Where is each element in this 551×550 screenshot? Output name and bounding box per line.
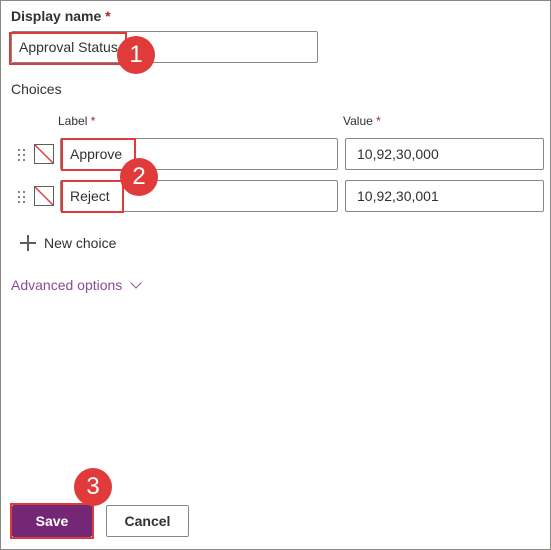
required-marker: * — [105, 8, 111, 24]
required-marker: * — [376, 114, 381, 128]
new-choice-button[interactable]: New choice — [20, 232, 116, 254]
choice-label-value: Approve — [70, 146, 123, 162]
choice-value-input[interactable]: 10,92,30,000 — [345, 138, 544, 170]
advanced-options-label: Advanced options — [11, 277, 123, 293]
advanced-options-toggle[interactable]: Advanced options — [11, 276, 142, 293]
display-name-label-text: Display name — [11, 8, 102, 24]
value-column-header: Value * — [343, 114, 381, 128]
drag-handle-icon[interactable] — [17, 148, 27, 162]
display-name-value: Approval Status — [19, 39, 118, 55]
save-button[interactable]: Save — [12, 505, 92, 537]
choice-label-value: Reject — [70, 188, 110, 204]
display-name-label: Display name * — [11, 8, 111, 24]
step-badge-2: 2 — [120, 158, 158, 196]
chevron-down-icon — [130, 276, 142, 289]
plus-icon — [20, 235, 36, 251]
choice-value-value: 10,92,30,000 — [357, 146, 439, 162]
value-column-text: Value — [343, 114, 373, 128]
new-choice-label: New choice — [44, 235, 117, 251]
label-column-header: Label * — [58, 114, 95, 128]
cancel-button[interactable]: Cancel — [106, 505, 189, 537]
choice-column-panel — [0, 0, 551, 550]
choice-value-input[interactable]: 10,92,30,001 — [345, 180, 544, 212]
display-name-input[interactable]: Approval Status — [11, 31, 318, 63]
label-column-text: Label — [58, 114, 88, 128]
step-badge-3: 3 — [74, 468, 112, 506]
step-badge-1: 1 — [117, 36, 155, 74]
no-color-swatch-icon[interactable] — [34, 186, 54, 206]
no-color-swatch-icon[interactable] — [34, 144, 54, 164]
choice-label-input[interactable]: Approve — [60, 138, 338, 170]
choice-value-value: 10,92,30,001 — [357, 188, 439, 204]
drag-handle-icon[interactable] — [17, 190, 27, 204]
required-marker: * — [90, 114, 96, 128]
choices-heading: Choices — [11, 81, 62, 97]
choice-label-input[interactable]: Reject — [60, 180, 338, 212]
